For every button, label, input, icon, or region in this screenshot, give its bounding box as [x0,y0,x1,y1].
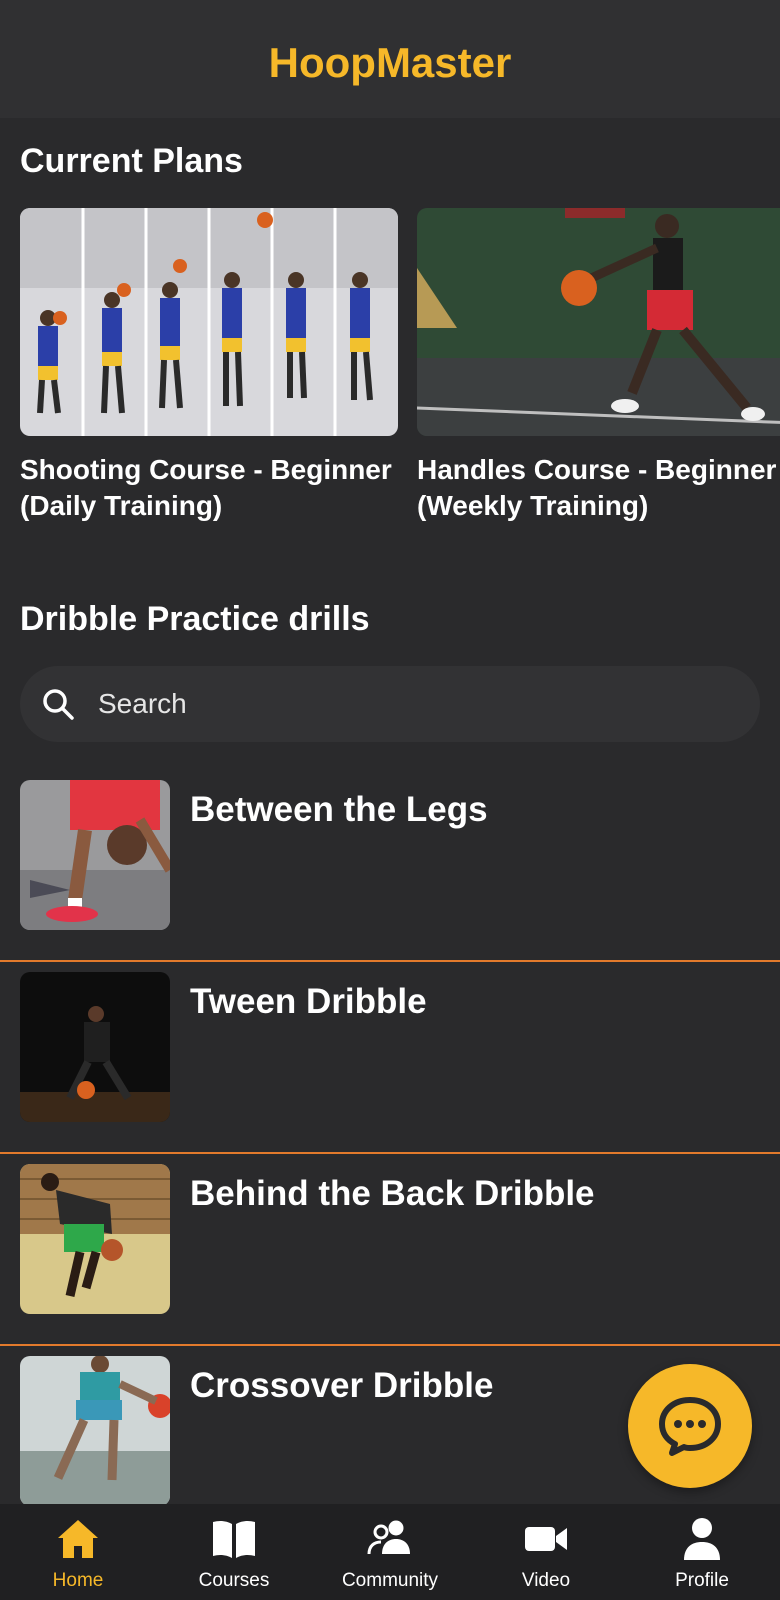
drill-thumbnail [20,972,170,1122]
nav-label: Courses [198,1570,270,1591]
shooting-course-thumbnail [20,208,398,436]
plan-title-line2: (Weekly Training) [417,490,649,521]
chat-bubble-icon [659,1397,721,1456]
nav-item-video[interactable]: Video [468,1504,624,1600]
nav-label: Community [341,1570,439,1591]
chat-button[interactable] [628,1364,752,1488]
drill-thumbnail [20,1164,170,1314]
nav-item-profile[interactable]: Profile [624,1504,780,1600]
drill-thumbnail [20,780,170,930]
current-plans-heading: Current Plans [20,142,243,180]
plan-title-line2: (Daily Training) [20,490,223,521]
plan-title-line1: Handles Course - Beginner [417,454,777,485]
nav-label: Profile [675,1570,729,1591]
drill-title: Between the Legs [190,790,488,829]
search-icon [43,689,74,720]
drill-title: Crossover Dribble [190,1366,494,1405]
drill-title: Behind the Back Dribble [190,1174,595,1213]
plans-carousel[interactable]: Shooting Course - Beginner (Daily Traini… [20,208,780,548]
drill-title: Tween Dribble [190,982,427,1021]
app-header: HoopMaster [0,0,780,118]
list-item[interactable]: Tween Dribble [0,962,780,1154]
search-bar[interactable] [20,666,760,742]
drills-heading: Dribble Practice drills [20,600,370,638]
list-item[interactable]: Between the Legs [0,770,780,962]
nav-item-home[interactable]: Home [0,1504,156,1600]
app-title: HoopMaster [268,39,512,86]
handles-course-thumbnail [417,208,780,436]
drill-thumbnail [20,1356,170,1506]
plan-card-handles[interactable]: Handles Course - Beginner (Weekly Traini… [417,208,780,524]
person-icon [684,1518,720,1560]
list-item[interactable]: Behind the Back Dribble [0,1154,780,1346]
bottom-nav: Home Courses Community Video Profile [0,1504,780,1600]
nav-item-community[interactable]: Community [312,1504,468,1600]
people-icon [367,1520,410,1555]
nav-item-courses[interactable]: Courses [156,1504,312,1600]
home-icon [58,1520,98,1558]
nav-label: Home [52,1570,104,1591]
nav-label: Video [521,1570,571,1591]
plan-title-line1: Shooting Course - Beginner [20,454,392,485]
plan-card-shooting[interactable]: Shooting Course - Beginner (Daily Traini… [20,208,398,524]
search-input[interactable] [98,688,698,720]
book-icon [213,1520,255,1558]
video-camera-icon [525,1527,567,1551]
